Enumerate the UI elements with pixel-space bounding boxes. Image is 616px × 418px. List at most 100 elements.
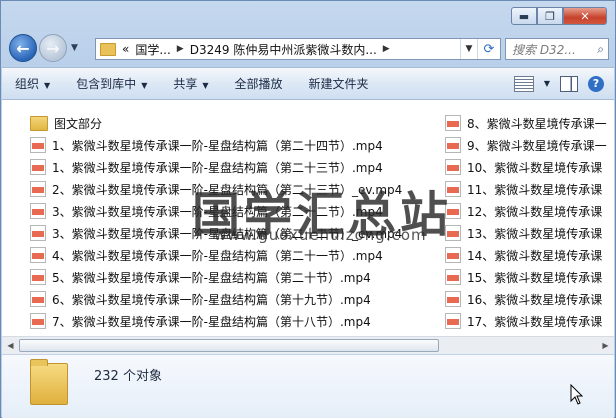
file-name: 16、紫微斗数星境传承课 — [467, 292, 603, 307]
item-count: 232 个对象 — [94, 369, 162, 384]
share-button[interactable]: 共享 ▼ — [160, 75, 221, 92]
organize-button[interactable]: 组织 ▼ — [2, 75, 63, 92]
video-file-icon — [445, 115, 461, 131]
maximize-button[interactable]: ❐ — [537, 7, 563, 25]
caption-buttons: ▬ ❐ ✕ — [511, 7, 607, 25]
mouse-cursor-icon — [570, 384, 584, 405]
file-name: 8、紫微斗数星境传承课一 — [467, 116, 607, 131]
file-item[interactable]: 9、紫微斗数星境传承课一 — [445, 134, 607, 156]
file-item[interactable]: 4、紫微斗数星境传承课一阶-星盘结构篇（第二十一节）.mp4 — [30, 244, 402, 266]
forward-button[interactable]: → — [39, 34, 67, 62]
scroll-right-icon[interactable]: ▶ — [597, 337, 614, 354]
toolbar-right: ▼ ? — [513, 75, 614, 92]
address-tail: ▼ ⟳ — [460, 39, 500, 59]
file-name: 14、紫微斗数星境传承课 — [467, 248, 603, 263]
file-name: 7、紫微斗数星境传承课一阶-星盘结构篇（第十八节）.mp4 — [52, 314, 371, 329]
video-file-icon — [445, 137, 461, 153]
search-icon[interactable]: ⌕ — [597, 42, 604, 57]
scroll-thumb[interactable] — [19, 339, 439, 352]
file-name: 11、紫微斗数星境传承课 — [467, 182, 603, 197]
file-list: 图文部分 1、紫微斗数星境传承课一阶-星盘结构篇（第二十四节）.mp4 1、紫微斗数… — [2, 100, 614, 336]
chevron-down-icon: ▼ — [141, 81, 148, 90]
folder-icon — [30, 115, 48, 131]
back-arrow-icon: ← — [16, 38, 30, 58]
file-item[interactable]: 11、紫微斗数星境传承课 — [445, 178, 607, 200]
address-bar[interactable]: « 国学... ▶ D3249 陈仲易中州派紫微斗数内... ▶ ▼ ⟳ — [95, 38, 501, 60]
close-button[interactable]: ✕ — [563, 7, 607, 25]
view-dropdown-icon[interactable]: ▼ — [544, 79, 550, 88]
video-file-icon — [445, 291, 461, 307]
refresh-icon[interactable]: ⟳ — [477, 39, 500, 59]
file-item[interactable]: 5、紫微斗数星境传承课一阶-星盘结构篇（第二十节）.mp4 — [30, 266, 402, 288]
file-name: 1、紫微斗数星境传承课一阶-星盘结构篇（第二十三节）.mp4 — [52, 160, 383, 175]
minimize-button[interactable]: ▬ — [511, 7, 537, 25]
help-icon[interactable]: ? — [588, 75, 604, 92]
chevron-down-icon: ▼ — [202, 81, 209, 90]
video-file-icon — [445, 159, 461, 175]
include-library-button[interactable]: 包含到库中 ▼ — [63, 75, 160, 92]
file-item[interactable]: 1、紫微斗数星境传承课一阶-星盘结构篇（第二十四节）.mp4 — [30, 134, 402, 156]
new-folder-button[interactable]: 新建文件夹 — [296, 75, 382, 92]
video-file-icon — [30, 269, 46, 285]
view-options-icon[interactable] — [513, 75, 534, 92]
file-item[interactable]: 16、紫微斗数星境传承课 — [445, 288, 607, 310]
address-overflow[interactable]: « — [122, 42, 129, 56]
file-name: 9、紫微斗数星境传承课一 — [467, 138, 607, 153]
file-name: 13、紫微斗数星境传承课 — [467, 226, 603, 241]
search-box[interactable]: 搜索 D32... ⌕ — [505, 38, 609, 60]
breadcrumb-separator-icon[interactable]: ▶ — [383, 44, 390, 54]
file-item[interactable]: 13、紫微斗数星境传承课 — [445, 222, 607, 244]
command-bar: 组织 ▼ 包含到库中 ▼ 共享 ▼ 全部播放 新建文件夹 ▼ ? — [2, 67, 614, 100]
video-file-icon — [445, 313, 461, 329]
scroll-left-icon[interactable]: ◀ — [2, 337, 19, 354]
search-placeholder: 搜索 D32... — [512, 42, 576, 57]
back-button[interactable]: ← — [9, 34, 37, 62]
video-file-icon — [30, 225, 46, 241]
file-name: 图文部分 — [54, 116, 103, 131]
video-file-icon — [30, 137, 46, 153]
preview-pane-icon[interactable] — [560, 75, 578, 92]
file-name: 4、紫微斗数星境传承课一阶-星盘结构篇（第二十一节）.mp4 — [52, 248, 383, 263]
video-file-icon — [30, 159, 46, 175]
breadcrumb-separator-icon[interactable]: ▶ — [177, 44, 184, 54]
include-library-label: 包含到库中 — [76, 77, 137, 91]
file-name: 10、紫微斗数星境传承课 — [467, 160, 603, 175]
watermark-url: www.guoxuehuizong.com — [214, 226, 427, 244]
horizontal-scrollbar[interactable]: ◀ ▶ — [2, 336, 614, 354]
file-name: 17、紫微斗数星境传承课 — [467, 314, 603, 329]
nav-buttons: ← → ▼ — [9, 34, 78, 62]
file-column-2: 8、紫微斗数星境传承课一 9、紫微斗数星境传承课一 10、紫微斗数星境传承课 11、紫… — [445, 112, 607, 332]
play-all-button[interactable]: 全部播放 — [222, 75, 296, 92]
file-item[interactable]: 14、紫微斗数星境传承课 — [445, 244, 607, 266]
file-item[interactable]: 图文部分 — [30, 112, 402, 134]
file-item[interactable]: 12、紫微斗数星境传承课 — [445, 200, 607, 222]
file-item[interactable]: 8、紫微斗数星境传承课一 — [445, 112, 607, 134]
file-name: 15、紫微斗数星境传承课 — [467, 270, 603, 285]
organize-label: 组织 — [15, 77, 40, 91]
breadcrumb-1[interactable]: 国学... — [135, 41, 170, 58]
address-dropdown-icon[interactable]: ▼ — [460, 39, 477, 59]
video-file-icon — [445, 269, 461, 285]
file-item[interactable]: 7、紫微斗数星境传承课一阶-星盘结构篇（第十八节）.mp4 — [30, 310, 402, 332]
folder-icon — [30, 359, 68, 405]
file-item[interactable]: 10、紫微斗数星境传承课 — [445, 156, 607, 178]
video-file-icon — [30, 313, 46, 329]
explorer-window: ▬ ❐ ✕ ← → ▼ « 国学... ▶ D3249 陈仲易中州派紫微斗数内.… — [0, 0, 616, 418]
recent-pages-dropdown[interactable]: ▼ — [71, 43, 78, 53]
details-pane: 232 个对象 — [2, 354, 614, 418]
video-file-icon — [30, 203, 46, 219]
file-name: 12、紫微斗数星境传承课 — [467, 204, 603, 219]
video-file-icon — [30, 181, 46, 197]
file-item[interactable]: 17、紫微斗数星境传承课 — [445, 310, 607, 332]
scroll-track[interactable] — [19, 339, 597, 352]
file-item[interactable]: 15、紫微斗数星境传承课 — [445, 266, 607, 288]
forward-arrow-icon: → — [46, 38, 60, 58]
file-name: 5、紫微斗数星境传承课一阶-星盘结构篇（第二十节）.mp4 — [52, 270, 371, 285]
file-name: 1、紫微斗数星境传承课一阶-星盘结构篇（第二十四节）.mp4 — [52, 138, 383, 153]
file-item[interactable]: 6、紫微斗数星境传承课一阶-星盘结构篇（第十九节）.mp4 — [30, 288, 402, 310]
file-name: 6、紫微斗数星境传承课一阶-星盘结构篇（第十九节）.mp4 — [52, 292, 371, 307]
video-file-icon — [30, 247, 46, 263]
chevron-down-icon: ▼ — [44, 81, 51, 90]
share-label: 共享 — [173, 77, 198, 91]
breadcrumb-2[interactable]: D3249 陈仲易中州派紫微斗数内... — [190, 41, 377, 58]
